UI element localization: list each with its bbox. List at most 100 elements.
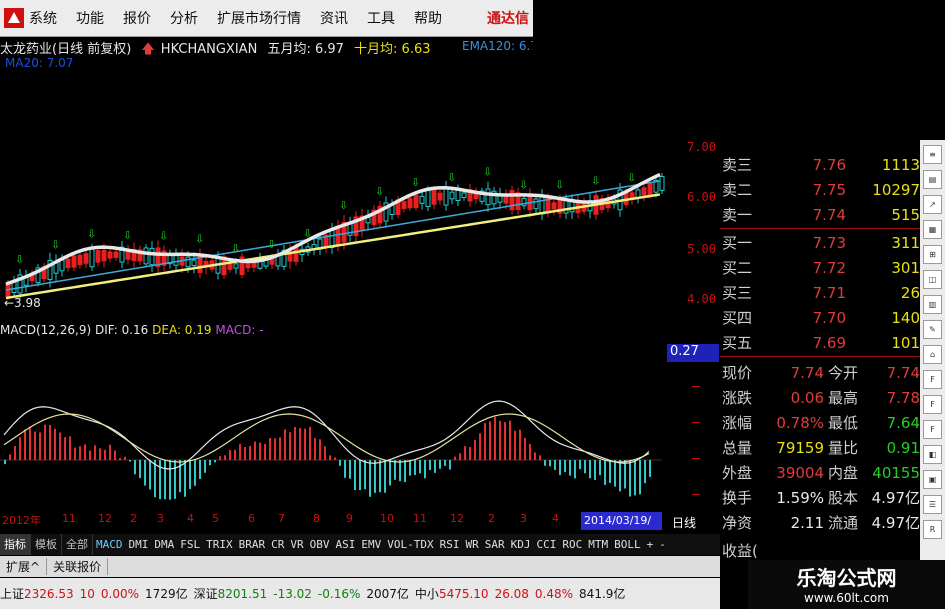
indicator-tab-macd[interactable]: MACD <box>93 534 126 555</box>
indicator-tab-asi[interactable]: ASI <box>333 534 359 555</box>
macd-bar <box>539 455 541 460</box>
macd-bar <box>109 444 111 460</box>
tool-icon[interactable]: R <box>923 520 942 539</box>
bid-row: 买二 7.72 301 <box>722 258 920 278</box>
macd-bar <box>9 454 11 460</box>
macd-bar <box>294 426 296 460</box>
indicator-tab-fsl[interactable]: FSL <box>177 534 203 555</box>
sz-label[interactable]: 深证 <box>194 585 218 602</box>
menu-item-system[interactable]: 系统 <box>29 8 57 28</box>
tool-icon[interactable]: F <box>923 420 942 439</box>
tab-template[interactable]: 模板 <box>31 534 62 555</box>
menu-item-analysis[interactable]: 分析 <box>170 8 198 28</box>
indicator-tab-wr[interactable]: WR <box>462 534 481 555</box>
indicator-tab-cci[interactable]: CCI <box>533 534 559 555</box>
indicator-tab-rsi[interactable]: RSI <box>437 534 463 555</box>
tool-icon[interactable]: ☰ <box>923 495 942 514</box>
tab-all[interactable]: 全部 <box>62 534 93 555</box>
watermark: 乐淘公式网 www.60lt.com <box>748 560 945 609</box>
indicator-tab-brar[interactable]: BRAR <box>236 534 269 555</box>
menu-item-ext-market[interactable]: 扩展市场行情 <box>217 8 301 28</box>
macd-bar <box>249 445 251 460</box>
nav-minus-button[interactable]: - <box>656 534 669 555</box>
nav-plus-button[interactable]: + <box>644 534 657 555</box>
buy-signal-arrow: ⇩ <box>627 171 636 184</box>
macd-bar <box>404 460 406 482</box>
indicator-tab-sar[interactable]: SAR <box>482 534 508 555</box>
buy-signal-arrow: ⇩ <box>123 229 132 242</box>
candle-body <box>95 250 101 263</box>
macd-bar <box>229 450 231 460</box>
dif-value: DIF: 0.16 <box>94 323 149 337</box>
macd-bar <box>444 460 446 466</box>
tool-icon[interactable]: F <box>923 395 942 414</box>
tool-icon[interactable]: ▦ <box>923 220 942 239</box>
chart-info-line: 太龙药业(日线 前复权) 🡅 HKCHANGXIAN 五月均: 6.97 十月均:… <box>0 38 533 57</box>
indicator-tab-cr[interactable]: CR <box>268 534 287 555</box>
tool-icon[interactable]: ◧ <box>923 445 942 464</box>
macd-bar <box>434 460 436 473</box>
tool-icon[interactable]: ↗ <box>923 195 942 214</box>
quote-row: 净资 2.11 流通 4.97亿 <box>722 513 920 533</box>
candle-body <box>107 251 113 259</box>
tool-icon[interactable]: ▤ <box>923 170 942 189</box>
period-label[interactable]: 日线 <box>672 514 696 531</box>
tool-icon[interactable]: ✎ <box>923 320 942 339</box>
menu-item-function[interactable]: 功能 <box>76 8 104 28</box>
tool-icon[interactable]: F <box>923 370 942 389</box>
candle-body <box>485 188 491 206</box>
macd-bar <box>519 429 521 460</box>
indicator-tab-obv[interactable]: OBV <box>307 534 333 555</box>
sz-change: -13.02 <box>273 586 312 601</box>
bid-row: 买五 7.69 101 <box>722 333 920 353</box>
buy-signal-arrow: ⇩ <box>483 166 492 179</box>
candle-body <box>143 247 149 265</box>
tool-icon[interactable]: ≡ <box>923 145 942 164</box>
macd-bar <box>334 457 336 460</box>
indicator-tab-boll[interactable]: BOLL <box>611 534 644 555</box>
macd-bar <box>574 460 576 479</box>
macd-bar <box>164 460 166 500</box>
macd-bar <box>544 460 546 466</box>
tool-icon[interactable]: ▣ <box>923 470 942 489</box>
tool-icon[interactable]: ⌂ <box>923 345 942 364</box>
tool-icon[interactable]: ⊞ <box>923 245 942 264</box>
macd-bar <box>499 420 501 460</box>
macd-chart[interactable] <box>0 340 662 512</box>
macd-bar <box>349 460 351 479</box>
sh-label[interactable]: 上证 <box>0 585 24 602</box>
macd-bar <box>489 421 491 460</box>
ext-toggle-button[interactable]: 扩展^ <box>0 558 48 575</box>
candle-body <box>89 247 95 268</box>
sz-value: 8201.51 <box>217 586 268 601</box>
candle-body <box>113 251 119 258</box>
tab-indicator[interactable]: 指标 <box>0 534 31 555</box>
menu-item-help[interactable]: 帮助 <box>414 8 442 28</box>
indicator-tab-mtm[interactable]: MTM <box>585 534 611 555</box>
date-tick: 6 <box>248 512 255 525</box>
indicator-tab-roc[interactable]: ROC <box>559 534 585 555</box>
zx-label[interactable]: 中小 <box>415 585 439 602</box>
side-toolbar: ≡ ▤ ↗ ▦ ⊞ ◫ ▥ ✎ ⌂ F F F ◧ ▣ ☰ R <box>920 140 945 560</box>
indicator-tab-vol-tdx[interactable]: VOL-TDX <box>384 534 436 555</box>
indicator-tab-emv[interactable]: EMV <box>358 534 384 555</box>
price-tick: 7.00 <box>687 140 716 154</box>
indicator-tab-dma[interactable]: DMA <box>151 534 177 555</box>
macd-bar <box>469 446 471 460</box>
indicator-tab-vr[interactable]: VR <box>287 534 306 555</box>
tool-icon[interactable]: ◫ <box>923 270 942 289</box>
macd-bar <box>224 455 226 460</box>
macd-bar <box>219 456 221 460</box>
menu-item-tools[interactable]: 工具 <box>367 8 395 28</box>
macd-bar <box>524 437 526 460</box>
indicator-tab-kdj[interactable]: KDJ <box>508 534 534 555</box>
related-quote-button[interactable]: 关联报价 <box>47 558 109 575</box>
macd-bar <box>594 460 596 480</box>
macd-bar <box>339 460 341 466</box>
indicator-tab-trix[interactable]: TRIX <box>203 534 236 555</box>
indicator-tab-dmi[interactable]: DMI <box>126 534 152 555</box>
menu-item-quote[interactable]: 报价 <box>123 8 151 28</box>
menu-item-news[interactable]: 资讯 <box>320 8 348 28</box>
tool-icon[interactable]: ▥ <box>923 295 942 314</box>
macd-bar <box>244 446 246 460</box>
